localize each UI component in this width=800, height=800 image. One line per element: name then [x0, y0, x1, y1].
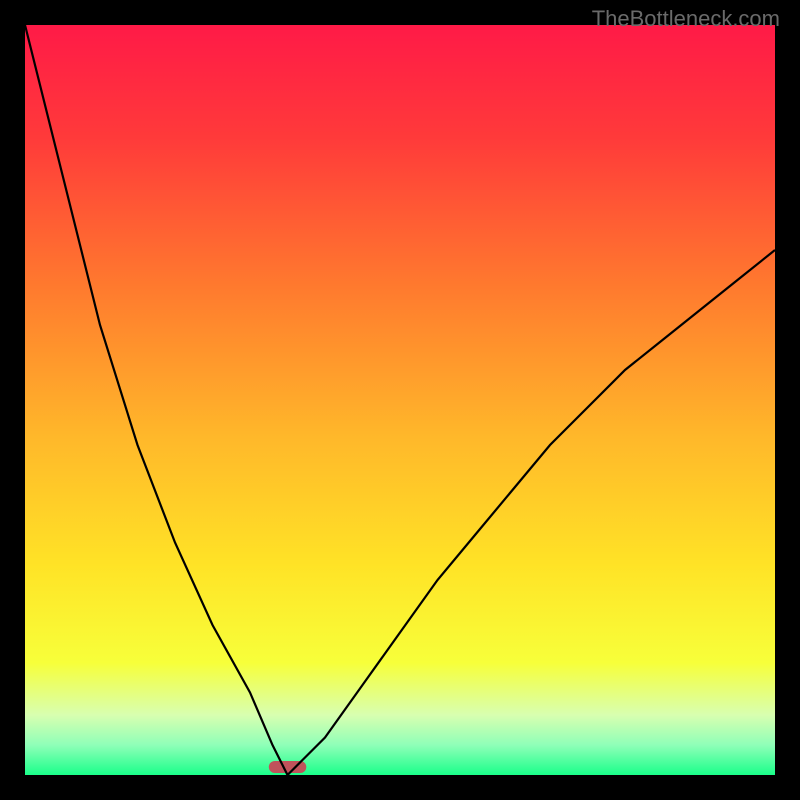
- chart-background: [25, 25, 775, 775]
- watermark-text: TheBottleneck.com: [592, 6, 780, 32]
- bottleneck-chart: [25, 25, 775, 775]
- chart-container: [25, 25, 775, 775]
